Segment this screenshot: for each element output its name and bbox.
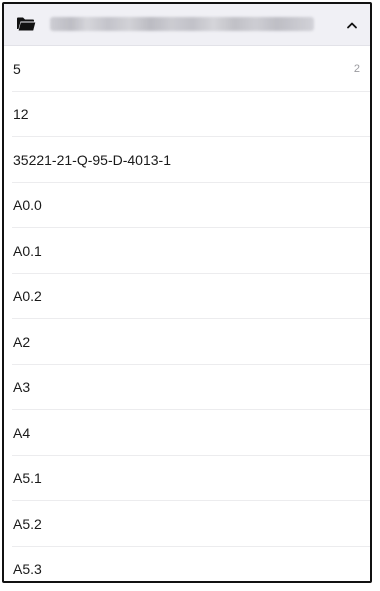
list-item[interactable]: 35221-21-Q-95-D-4013-1 — [4, 137, 370, 183]
folder-list: 5 2 12 35221-21-Q-95-D-4013-1 A0.0 A0.1 … — [4, 46, 370, 582]
list-item-label: 5 — [13, 60, 21, 77]
list-item-label: 12 — [13, 106, 29, 123]
list-item-label: A4 — [13, 424, 31, 441]
list-item[interactable]: 12 — [4, 92, 370, 138]
list-item[interactable]: A2 — [4, 319, 370, 365]
list-item-label: A5.1 — [13, 470, 42, 487]
list-item-label: A0.2 — [13, 288, 42, 305]
list-item[interactable]: A3 — [4, 365, 370, 411]
folder-panel: 5 2 12 35221-21-Q-95-D-4013-1 A0.0 A0.1 … — [2, 2, 372, 583]
list-item-label: A5.3 — [13, 561, 42, 578]
list-item-label: A0.0 — [13, 197, 42, 214]
item-count-badge: 2 — [353, 62, 360, 75]
folder-title-obscured — [50, 17, 314, 31]
list-item-label: A2 — [13, 333, 31, 350]
list-item[interactable]: A5.1 — [4, 456, 370, 502]
list-item[interactable]: A4 — [4, 410, 370, 456]
list-item-label: 35221-21-Q-95-D-4013-1 — [13, 151, 171, 168]
list-item-label: A3 — [13, 379, 31, 396]
list-item-label: A0.1 — [13, 242, 42, 259]
list-item[interactable]: A5.2 — [4, 501, 370, 547]
folder-icon — [16, 16, 36, 32]
list-item[interactable]: A5.3 — [4, 547, 370, 582]
folder-header[interactable] — [4, 4, 370, 46]
list-item[interactable]: A0.2 — [4, 274, 370, 320]
list-item[interactable]: 5 2 — [4, 46, 370, 92]
collapse-button[interactable] — [340, 13, 364, 37]
list-item[interactable]: A0.1 — [4, 228, 370, 274]
list-item[interactable]: A0.0 — [4, 183, 370, 229]
list-item-label: A5.2 — [13, 515, 42, 532]
chevron-up-icon — [347, 22, 357, 29]
